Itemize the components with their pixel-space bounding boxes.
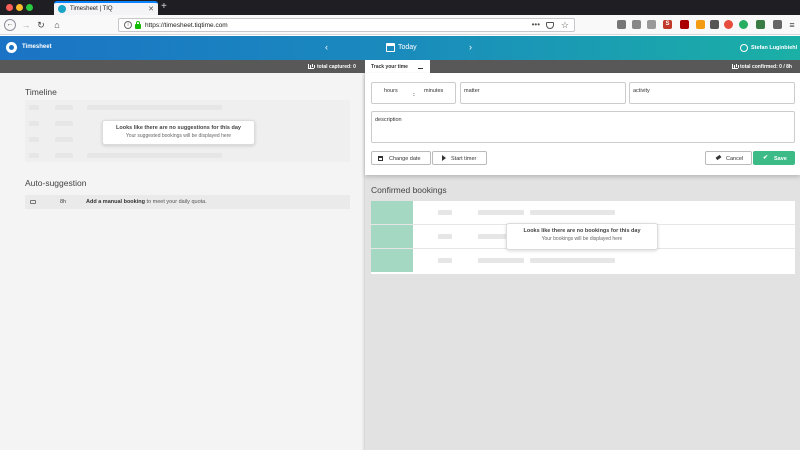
auto-suggestion-hours: 8h <box>60 199 67 205</box>
keyboard-icon <box>30 200 36 204</box>
duration-field[interactable]: hours : minutes <box>371 82 456 104</box>
eraser-icon <box>715 154 722 161</box>
activity-placeholder: activity <box>633 88 650 94</box>
close-window-button[interactable] <box>6 4 13 11</box>
menu-icon[interactable]: ≡ <box>786 19 798 31</box>
no-bookings-subtitle: Your bookings will be displayed here <box>541 236 623 242</box>
extension-green-icon[interactable] <box>739 20 748 29</box>
favicon-icon <box>58 5 66 13</box>
total-captured: total captured: 0 <box>317 64 356 70</box>
extension-orange-icon[interactable] <box>696 20 705 29</box>
hours-input[interactable]: hours <box>384 88 398 94</box>
activity-input[interactable]: activity <box>629 82 795 104</box>
app-name[interactable]: Timesheet <box>22 44 52 50</box>
auto-suggestion-row[interactable]: 8h Add a manual booking to meet your dai… <box>25 195 350 209</box>
extension-dark-icon[interactable] <box>773 20 782 29</box>
extension-red-icon[interactable] <box>680 20 689 29</box>
maximize-window-button[interactable] <box>26 4 33 11</box>
bar-chart-icon <box>732 64 738 69</box>
auto-suggestion-heading: Auto-suggestion <box>25 178 87 188</box>
no-suggestions-title: Looks like there are no suggestions for … <box>115 125 241 131</box>
calendar-icon <box>378 156 383 161</box>
matter-input[interactable]: matter <box>460 82 626 104</box>
play-icon <box>442 155 446 161</box>
tab-title: Timesheet | TIQ <box>70 6 113 12</box>
check-icon: ✔ <box>763 155 769 161</box>
minutes-input[interactable]: minutes <box>424 88 443 94</box>
calendar-icon[interactable] <box>386 43 395 52</box>
bookmark-star-icon[interactable]: ☆ <box>561 20 569 31</box>
reader-icon[interactable] <box>647 20 656 29</box>
timeline-heading: Timeline <box>25 87 57 97</box>
user-icon[interactable] <box>740 44 748 52</box>
auto-suggestion-text: Add a manual booking to meet your daily … <box>86 199 207 205</box>
sidebar-icon[interactable] <box>632 20 641 29</box>
add-manual-booking-link[interactable]: Add a manual booking <box>86 199 145 205</box>
suggestions-pane: Timeline Looks like there are no suggest… <box>0 73 363 450</box>
browser-navbar: ← → ↻ ⌂ i https://timesheet.tiqtime.com … <box>0 15 800 35</box>
track-time-form: hours : minutes matter activity descript… <box>365 73 800 175</box>
pocket-icon[interactable] <box>546 22 554 29</box>
change-date-button[interactable]: Change date <box>371 151 431 165</box>
extension-circle-red-icon[interactable] <box>724 20 733 29</box>
extension-grey-icon[interactable] <box>710 20 719 29</box>
total-confirmed: total confirmed: 0 / 8h <box>740 64 792 70</box>
matter-placeholder: matter <box>464 88 480 94</box>
no-suggestions-subtitle: Your suggested bookings will be displaye… <box>125 133 232 139</box>
browser-tab-bar: Timesheet | TIQ ✕ + <box>0 0 800 15</box>
tab-label: Track your time <box>371 64 408 70</box>
info-icon[interactable]: i <box>124 21 132 29</box>
cancel-button[interactable]: Cancel <box>705 151 752 165</box>
booking-placeholder-row <box>371 249 795 273</box>
new-tab-icon[interactable]: + <box>161 1 167 12</box>
back-arrow-icon[interactable]: ← <box>4 19 16 31</box>
start-timer-button[interactable]: Start timer <box>432 151 487 165</box>
home-icon[interactable]: ⌂ <box>51 19 63 31</box>
lock-icon[interactable] <box>135 21 141 29</box>
extension-s-icon[interactable]: S <box>663 20 672 29</box>
timesheet-logo-icon[interactable] <box>6 42 17 53</box>
no-suggestions-card: Looks like there are no suggestions for … <box>102 120 255 145</box>
browser-tab[interactable]: Timesheet | TIQ ✕ <box>54 1 158 15</box>
reload-icon[interactable]: ↻ <box>35 19 47 31</box>
no-bookings-title: Looks like there are no bookings for thi… <box>523 228 641 234</box>
extension-badge-icon[interactable] <box>756 20 765 29</box>
tracking-pane: hours : minutes matter activity descript… <box>362 73 800 450</box>
previous-day-chevron-icon[interactable]: ‹ <box>325 42 328 52</box>
save-button[interactable]: ✔ Save <box>753 151 795 165</box>
description-input[interactable]: description <box>371 111 795 143</box>
next-day-chevron-icon[interactable]: › <box>469 42 472 52</box>
app-header: Timesheet ‹ Today › Stefan Luginbiehl <box>0 36 800 60</box>
minimize-form-icon[interactable] <box>418 68 423 69</box>
user-name[interactable]: Stefan Luginbiehl <box>751 45 797 51</box>
page-actions-icon[interactable]: ••• <box>532 20 540 29</box>
time-separator: : <box>413 92 415 98</box>
minimize-window-button[interactable] <box>16 4 23 11</box>
booking-placeholder-row <box>371 201 795 225</box>
close-tab-icon[interactable]: ✕ <box>148 5 154 13</box>
url-text[interactable]: https://timesheet.tiqtime.com <box>145 22 228 29</box>
forward-arrow-icon[interactable]: → <box>20 19 32 31</box>
bar-chart-icon <box>308 64 314 69</box>
no-bookings-card: Looks like there are no bookings for thi… <box>506 223 658 250</box>
tab-track-your-time[interactable]: Track your time <box>365 60 430 73</box>
address-bar[interactable]: i https://timesheet.tiqtime.com ••• ☆ <box>118 18 575 32</box>
library-icon[interactable] <box>617 20 626 29</box>
description-placeholder: description <box>375 117 402 123</box>
current-date-label[interactable]: Today <box>398 44 417 51</box>
confirmed-bookings-heading: Confirmed bookings <box>371 185 447 195</box>
summary-bar: total captured: 0 Track your time total … <box>0 60 800 73</box>
